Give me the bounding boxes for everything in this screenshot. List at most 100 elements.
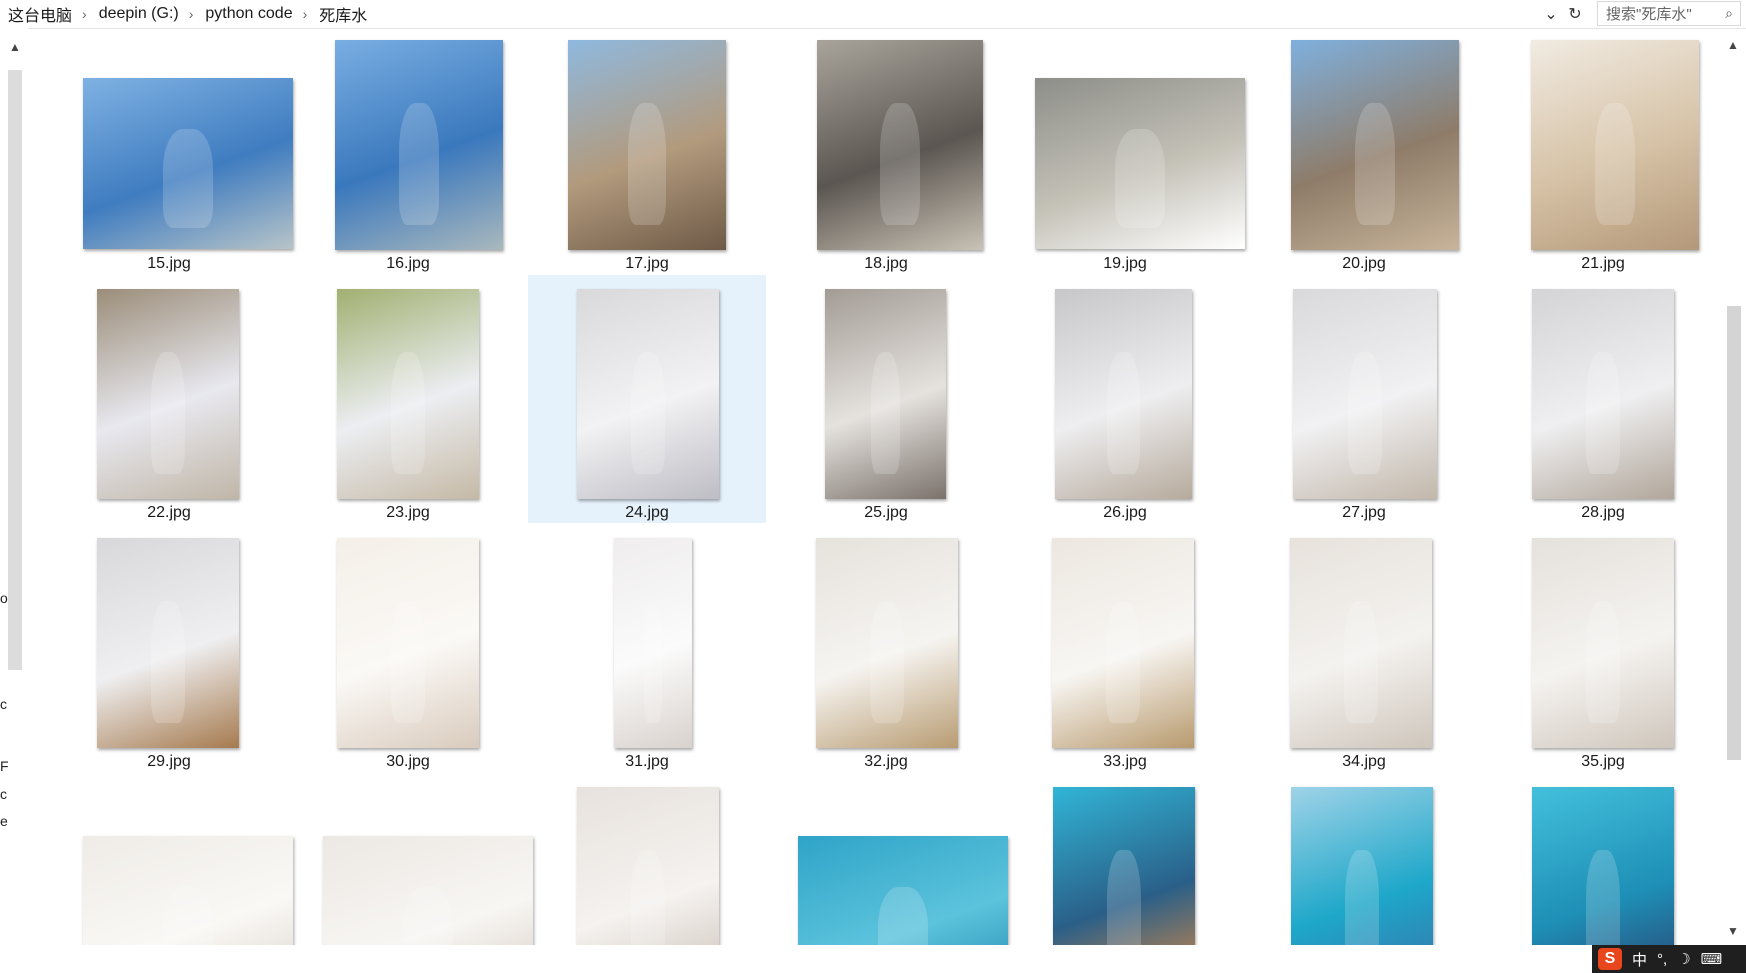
search-placeholder[interactable]: 搜索"死库水" xyxy=(1598,3,1718,24)
image-thumbnail[interactable] xyxy=(1053,787,1195,945)
vertical-scrollbar[interactable]: ▲ ▼ xyxy=(1724,36,1744,944)
file-tile[interactable]: 20.jpg xyxy=(1245,28,1483,274)
image-thumbnail[interactable] xyxy=(97,289,239,499)
file-tile[interactable]: 19.jpg xyxy=(1006,28,1245,274)
image-thumbnail[interactable] xyxy=(337,289,479,499)
file-tile[interactable]: 17.jpg xyxy=(528,28,766,274)
keyboard-icon[interactable]: ⌨ xyxy=(1701,950,1723,968)
image-thumbnail[interactable] xyxy=(1291,787,1433,945)
file-name-label[interactable]: 26.jpg xyxy=(1006,504,1244,522)
scroll-up-icon[interactable]: ▲ xyxy=(9,40,21,54)
ime-punctuation-toggle[interactable]: °, xyxy=(1657,951,1667,968)
file-name-label[interactable]: 24.jpg xyxy=(528,504,766,522)
navigation-pane-scrollbar[interactable]: ▲ ▼ xyxy=(6,40,24,963)
file-tile[interactable] xyxy=(1006,773,1244,945)
breadcrumb-item-this-pc[interactable]: 这台电脑 xyxy=(0,2,78,26)
scroll-up-icon[interactable]: ▲ xyxy=(1727,38,1739,52)
file-tile[interactable]: 15.jpg xyxy=(50,28,293,274)
nav-item-fragment[interactable]: e xyxy=(0,813,8,829)
image-thumbnail[interactable] xyxy=(568,40,726,250)
chevron-right-icon[interactable]: › xyxy=(299,6,312,22)
search-icon[interactable]: ⌕ xyxy=(1718,5,1740,22)
file-tile[interactable]: 34.jpg xyxy=(1245,524,1483,772)
image-thumbnail[interactable] xyxy=(1532,289,1674,499)
file-name-label[interactable]: 34.jpg xyxy=(1245,753,1483,771)
image-thumbnail[interactable] xyxy=(1293,289,1437,499)
file-name-label[interactable]: 22.jpg xyxy=(50,504,288,522)
file-name-label[interactable]: 16.jpg xyxy=(289,255,527,273)
file-tile[interactable]: 25.jpg xyxy=(767,275,1005,523)
file-tile[interactable]: 31.jpg xyxy=(528,524,766,772)
scroll-down-icon[interactable]: ▼ xyxy=(1727,924,1739,938)
file-tile[interactable]: また夏になる。 xyxy=(767,773,1008,945)
file-tile[interactable]: 32.jpg xyxy=(767,524,1005,772)
file-name-label[interactable]: 19.jpg xyxy=(1006,255,1244,273)
file-tile[interactable]: 23.jpg xyxy=(289,275,527,523)
file-tile[interactable] xyxy=(1245,773,1483,945)
nav-item-fragment[interactable]: F xyxy=(0,758,9,774)
file-tile[interactable]: 26.jpg xyxy=(1006,275,1244,523)
breadcrumb-item-folder-python-code[interactable]: python code xyxy=(197,5,298,23)
file-name-label[interactable]: 33.jpg xyxy=(1006,753,1244,771)
file-name-label[interactable]: 27.jpg xyxy=(1245,504,1483,522)
image-thumbnail[interactable] xyxy=(817,40,983,250)
file-tile[interactable]: 29.jpg xyxy=(50,524,288,772)
file-tile[interactable]: 33.jpg xyxy=(1006,524,1244,772)
image-thumbnail[interactable] xyxy=(1055,289,1192,499)
image-thumbnail[interactable] xyxy=(825,289,946,499)
file-tile[interactable]: 27.jpg xyxy=(1245,275,1483,523)
image-thumbnail[interactable] xyxy=(1290,538,1432,748)
image-thumbnail[interactable] xyxy=(323,836,533,945)
sogou-logo-icon[interactable]: S xyxy=(1598,948,1622,970)
image-thumbnail[interactable] xyxy=(337,538,479,748)
file-tile[interactable] xyxy=(50,773,293,945)
nav-item-fragment[interactable]: c xyxy=(0,696,7,712)
file-name-label[interactable]: 18.jpg xyxy=(767,255,1005,273)
image-thumbnail[interactable] xyxy=(1291,40,1459,250)
image-thumbnail[interactable] xyxy=(1532,538,1674,748)
image-thumbnail[interactable] xyxy=(1052,538,1194,748)
image-thumbnail[interactable] xyxy=(83,836,293,945)
image-thumbnail[interactable] xyxy=(1531,40,1699,250)
search-input[interactable]: 搜索"死库水" ⌕ xyxy=(1597,1,1741,26)
file-name-label[interactable]: 20.jpg xyxy=(1245,255,1483,273)
image-thumbnail[interactable] xyxy=(577,787,719,945)
ime-language-toggle[interactable]: 中 xyxy=(1632,949,1647,970)
file-tile[interactable] xyxy=(1484,773,1718,945)
file-name-label[interactable]: 23.jpg xyxy=(289,504,527,522)
file-name-label[interactable]: 17.jpg xyxy=(528,255,766,273)
file-tile[interactable]: 28.jpg xyxy=(1484,275,1718,523)
image-thumbnail[interactable] xyxy=(614,538,692,748)
file-tile[interactable] xyxy=(528,773,766,945)
image-thumbnail[interactable] xyxy=(577,289,719,499)
file-name-label[interactable]: 28.jpg xyxy=(1484,504,1718,522)
image-thumbnail[interactable] xyxy=(1532,787,1674,945)
nav-item-fragment[interactable]: o xyxy=(0,590,8,606)
file-tile[interactable]: 18.jpg xyxy=(767,28,1005,274)
file-name-label[interactable]: 32.jpg xyxy=(767,753,1005,771)
file-name-label[interactable]: 15.jpg xyxy=(50,255,288,273)
address-history-dropdown-button[interactable]: ⌄ xyxy=(1540,3,1562,25)
chevron-right-icon[interactable]: › xyxy=(78,6,91,22)
file-tile[interactable]: 35.jpg xyxy=(1484,524,1718,772)
file-name-label[interactable]: 35.jpg xyxy=(1484,753,1718,771)
navigation-scrollbar-thumb[interactable] xyxy=(8,70,22,670)
ime-mode-toggle[interactable]: ☽ xyxy=(1677,950,1690,968)
image-thumbnail[interactable] xyxy=(83,78,293,249)
file-name-label[interactable]: 31.jpg xyxy=(528,753,766,771)
file-name-label[interactable]: 30.jpg xyxy=(289,753,527,771)
file-name-label[interactable]: 25.jpg xyxy=(767,504,1005,522)
file-tile[interactable]: 16.jpg xyxy=(289,28,527,274)
image-thumbnail[interactable]: また夏になる。 xyxy=(798,836,1008,945)
file-tile[interactable]: 30.jpg xyxy=(289,524,527,772)
image-thumbnail[interactable] xyxy=(816,538,958,748)
file-tile[interactable]: 21.jpg xyxy=(1484,28,1718,274)
breadcrumb-item-current-folder[interactable]: 死库水 xyxy=(311,2,373,26)
breadcrumb-item-drive[interactable]: deepin (G:) xyxy=(91,5,185,23)
refresh-button[interactable]: ↻ xyxy=(1564,3,1586,25)
file-tile[interactable] xyxy=(289,773,533,945)
image-thumbnail[interactable] xyxy=(1035,78,1245,249)
image-thumbnail[interactable] xyxy=(335,40,503,250)
file-tile[interactable]: 22.jpg xyxy=(50,275,288,523)
file-tile[interactable]: 24.jpg xyxy=(528,275,766,523)
